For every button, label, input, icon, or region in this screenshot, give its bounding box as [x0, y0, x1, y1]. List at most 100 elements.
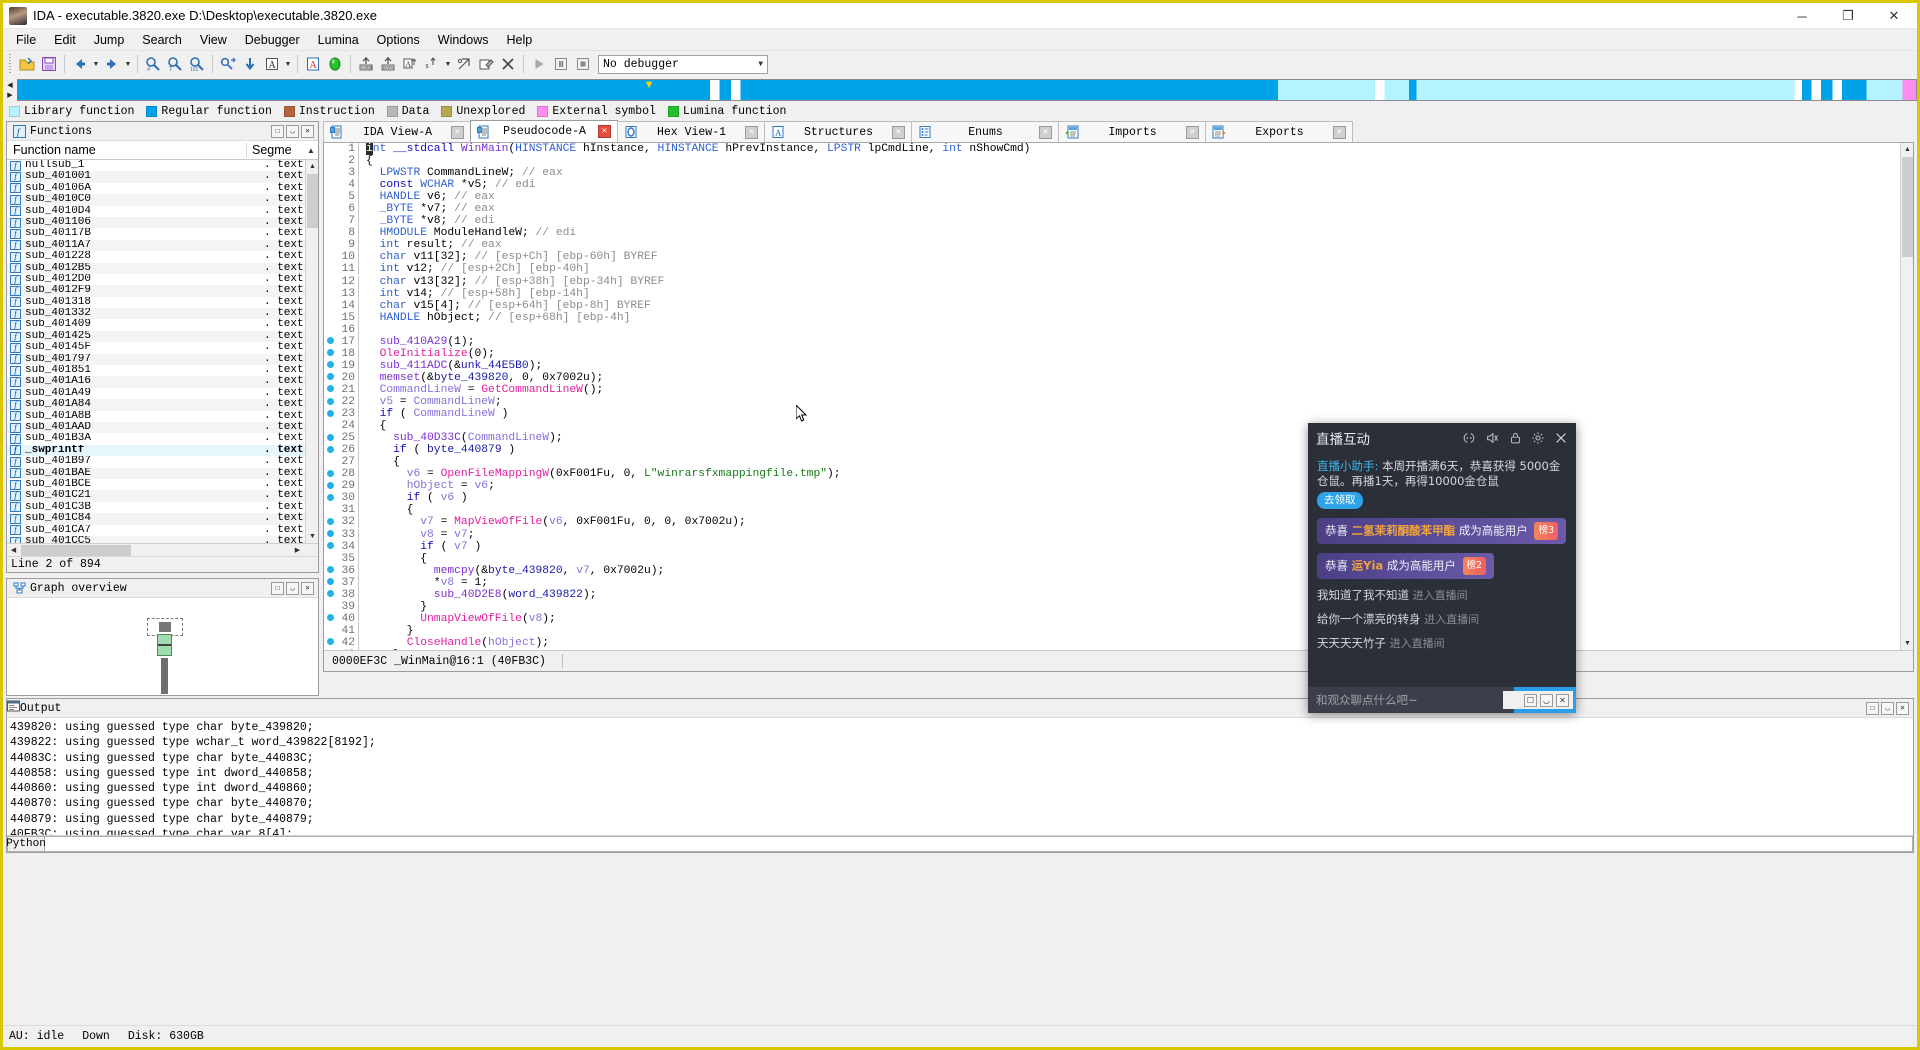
breakpoint-icon[interactable]: [324, 516, 336, 528]
edit-function-icon[interactable]: [475, 53, 497, 75]
make-struct-caret-icon[interactable]: ▼: [443, 53, 453, 75]
jump-down-icon[interactable]: [239, 53, 261, 75]
menu-debugger[interactable]: Debugger: [236, 31, 309, 49]
code-line[interactable]: 5 HANDLE v6; // eax: [324, 191, 1900, 204]
functions-restore-icon[interactable]: ☐: [271, 124, 284, 138]
breakpoint-icon[interactable]: [324, 384, 336, 396]
code-line[interactable]: 11 int v12; // [esp+2Ch] [ebp-40h]: [324, 263, 1900, 276]
open-file-icon[interactable]: [16, 53, 38, 75]
navigator-band[interactable]: ◀ ▶ ▼: [3, 79, 1917, 101]
chat-enter-nick[interactable]: 给你一个漂亮的转身: [1317, 612, 1421, 626]
save-icon[interactable]: [38, 53, 60, 75]
lock-icon[interactable]: [1508, 431, 1522, 445]
delete-function-icon[interactable]: [497, 53, 519, 75]
search-text-icon[interactable]: T: [164, 53, 186, 75]
emoji-icon[interactable]: [1462, 431, 1476, 445]
code-line[interactable]: 29 hObject = v6;: [324, 480, 1900, 493]
tab-close-icon[interactable]: ✕: [892, 125, 905, 139]
code-line[interactable]: 2{: [324, 155, 1900, 168]
function-list-item[interactable]: f sub_401CC5. text: [7, 535, 318, 543]
code-line[interactable]: 7 _BYTE *v8; // edi: [324, 215, 1900, 228]
pseudocode-text[interactable]: 1 int __stdcall WinMain(HINSTANCE hInstan…: [324, 143, 1900, 650]
run-plugin-icon[interactable]: [324, 53, 346, 75]
code-line[interactable]: 39 }: [324, 601, 1900, 613]
graph-overview-canvas[interactable]: [7, 598, 318, 695]
navigator-arrows[interactable]: ◀ ▶: [3, 79, 17, 101]
function-list-item[interactable]: f sub_401A84. text: [7, 398, 318, 411]
minimize-button[interactable]: ─: [1779, 3, 1825, 29]
functions-list[interactable]: f nullsub_1. text f sub_401001. text f sub_40…: [7, 160, 318, 543]
output-command-input[interactable]: [45, 836, 1913, 852]
functions-hscroll-left-icon[interactable]: ◀: [7, 544, 20, 557]
code-line[interactable]: 36 memcpy(&byte_439820, v7, 0x7002u);: [324, 565, 1900, 577]
tab-pseudocode-a[interactable]: Pseudocode-A ✕: [470, 120, 618, 142]
chat-congrats-nick[interactable]: 运Yia: [1352, 559, 1384, 573]
code-line[interactable]: 6 _BYTE *v7; // eax: [324, 203, 1900, 216]
functions-scroll-up-icon[interactable]: ▲: [306, 160, 318, 173]
menu-options[interactable]: Options: [368, 31, 429, 49]
code-line[interactable]: 34 if ( v7 ): [324, 541, 1900, 553]
menu-help[interactable]: Help: [497, 31, 541, 49]
code-line[interactable]: 3 LPWSTR CommandLineW; // eax: [324, 167, 1900, 180]
code-line[interactable]: 28 v6 = OpenFileMappingW(0xF001Fu, 0, L"…: [324, 468, 1900, 481]
breakpoint-icon[interactable]: [324, 408, 336, 420]
code-line[interactable]: 35 {: [324, 553, 1900, 565]
column-segment[interactable]: Segme: [246, 143, 304, 157]
pseudocode-scroll-thumb[interactable]: [1902, 157, 1913, 257]
decompile-icon[interactable]: A: [302, 53, 324, 75]
search-sequence-icon[interactable]: 101: [186, 53, 208, 75]
tab-close-icon[interactable]: ✕: [1186, 125, 1199, 139]
tab-close-icon[interactable]: ✕: [451, 125, 464, 139]
code-line[interactable]: 4 const WCHAR *v5; // edi: [324, 179, 1900, 192]
code-line[interactable]: 19 sub_411ADC(&unk_44E5B0);: [324, 360, 1900, 372]
chat-congrats-nick[interactable]: 二氢茉莉酮酸苯甲酯: [1352, 524, 1456, 538]
output-log[interactable]: 439820: using guessed type char byte_439…: [7, 718, 1913, 835]
function-list-item[interactable]: f sub_401C21. text: [7, 489, 318, 502]
text-mode-icon[interactable]: A: [261, 53, 283, 75]
code-line[interactable]: 18 OleInitialize(0);: [324, 348, 1900, 360]
chat-enter-nick[interactable]: 我知道了我不知道: [1317, 588, 1409, 602]
menu-search[interactable]: Search: [133, 31, 191, 49]
debugger-stop-icon[interactable]: [572, 53, 594, 75]
column-scroll-up-icon[interactable]: ▲: [304, 146, 318, 155]
code-line[interactable]: 25 sub_40D33C(CommandLineW);: [324, 432, 1900, 445]
pseudocode-restore-icon[interactable]: ☐: [1524, 693, 1537, 707]
tab-exports[interactable]: Exports ✕: [1205, 121, 1353, 142]
breakpoint-icon[interactable]: [324, 468, 336, 480]
output-restore-icon[interactable]: ☐: [1866, 701, 1879, 715]
functions-hscroll-right-icon[interactable]: ▶: [291, 544, 304, 557]
menu-view[interactable]: View: [191, 31, 236, 49]
breakpoint-icon[interactable]: [324, 492, 336, 504]
code-line[interactable]: 27 {: [324, 456, 1900, 469]
chat-input[interactable]: 和观众聊点什么吧~: [1308, 687, 1514, 713]
code-line[interactable]: 9 int result; // eax: [324, 239, 1900, 252]
make-struct-icon[interactable]: s: [421, 53, 443, 75]
pseudocode-scroll-up-icon[interactable]: ▲: [1901, 143, 1913, 156]
function-list-item[interactable]: f sub_401C84. text: [7, 512, 318, 525]
make-code-icon[interactable]: CODE: [355, 53, 377, 75]
undefine-icon[interactable]: [453, 53, 475, 75]
functions-hscroll-thumb[interactable]: [21, 545, 131, 556]
code-line[interactable]: 16: [324, 324, 1900, 336]
functions-vertical-scrollbar[interactable]: ▲ ▼: [305, 160, 318, 543]
code-line[interactable]: 24 {: [324, 420, 1900, 433]
navigate-forward-icon[interactable]: [101, 53, 123, 75]
pseudocode-float-icon[interactable]: ◡: [1540, 693, 1553, 707]
navigator-strip[interactable]: ▼: [17, 79, 1917, 101]
navigate-back-icon[interactable]: [69, 53, 91, 75]
output-prompt-label[interactable]: Python: [6, 836, 46, 852]
breakpoint-icon[interactable]: [324, 589, 336, 601]
menu-windows[interactable]: Windows: [429, 31, 498, 49]
breakpoint-icon[interactable]: [324, 577, 336, 589]
close-icon[interactable]: [1554, 431, 1568, 445]
close-button[interactable]: ✕: [1871, 3, 1917, 29]
breakpoint-icon[interactable]: [324, 529, 336, 541]
toolbar-grip[interactable]: [8, 54, 13, 74]
forward-dropdown-caret-icon[interactable]: ▼: [123, 53, 133, 75]
tab-imports[interactable]: Imports ✕: [1058, 121, 1206, 142]
pseudocode-vertical-scrollbar[interactable]: ▲ ▼: [1900, 143, 1913, 650]
breakpoint-icon[interactable]: [324, 348, 336, 360]
functions-close-icon[interactable]: ✕: [301, 124, 314, 138]
code-line[interactable]: 31 {: [324, 504, 1900, 517]
breakpoint-icon[interactable]: [324, 432, 336, 444]
